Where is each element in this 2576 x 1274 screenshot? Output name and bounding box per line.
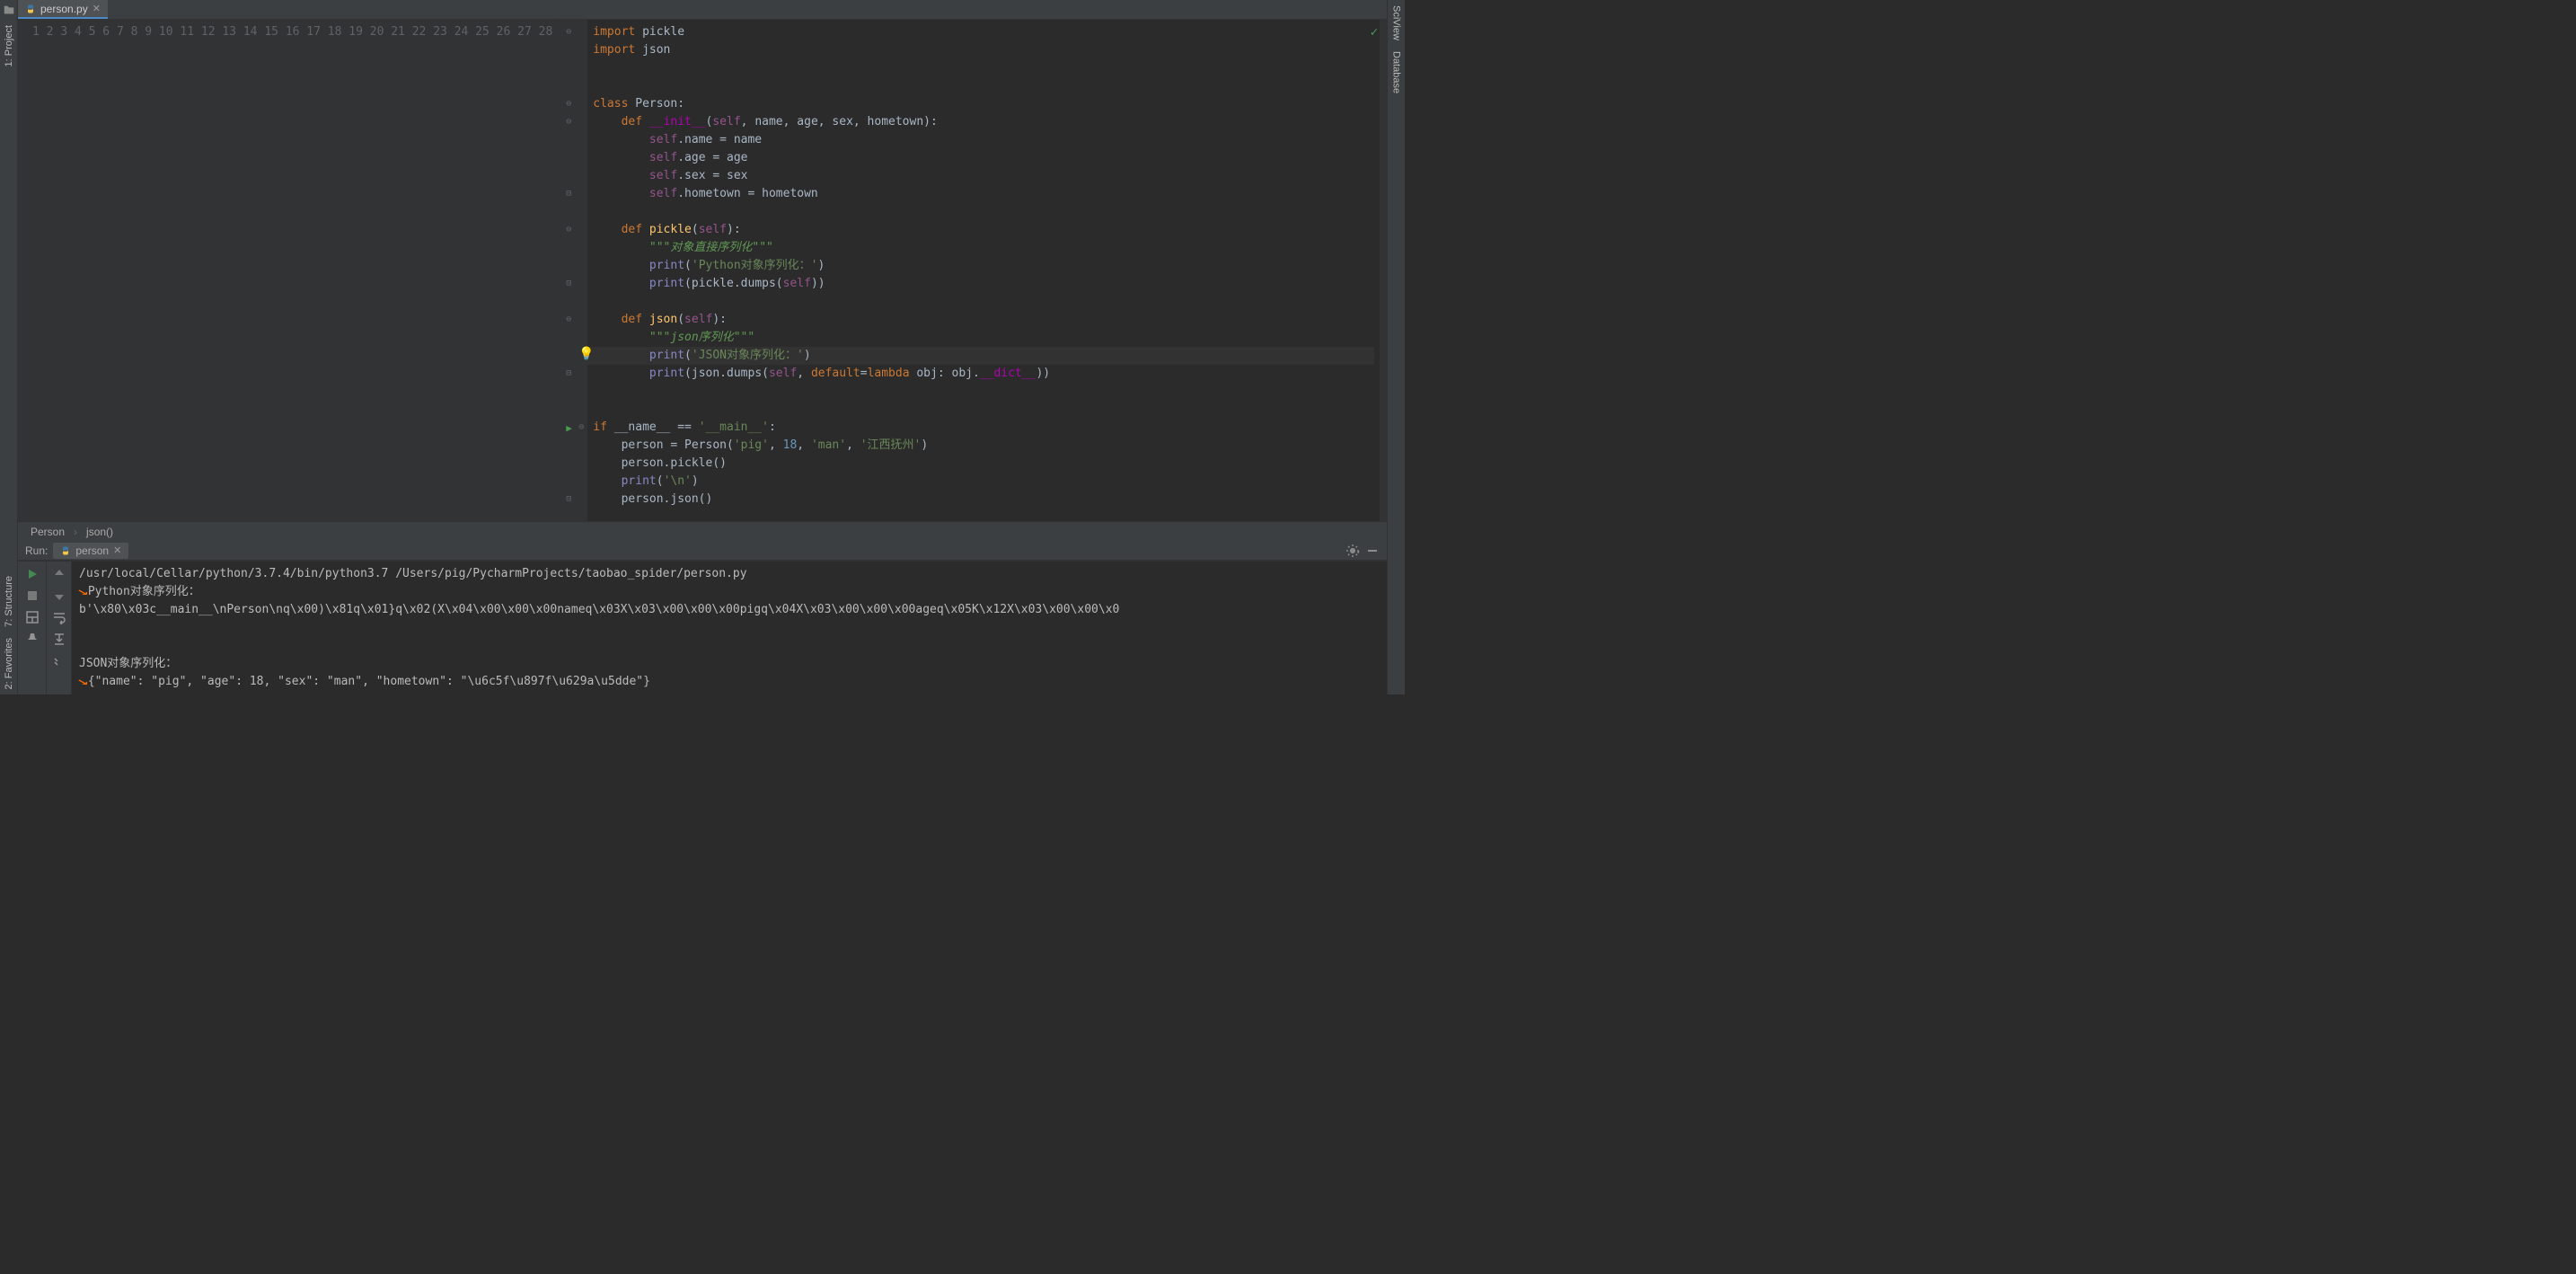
editor-tab-person[interactable]: person.py ✕ (18, 0, 108, 19)
run-tab-label: person (75, 544, 109, 557)
editor-scrollbar[interactable] (1380, 20, 1387, 521)
fold-end-icon[interactable]: ⊟ (566, 185, 571, 203)
run-toolbar-secondary (47, 562, 72, 695)
fold-icon[interactable]: ⊖ (566, 23, 571, 41)
down-arrow-icon[interactable] (52, 588, 66, 603)
gear-icon[interactable] (1345, 544, 1360, 558)
scroll-to-end-icon[interactable] (52, 632, 66, 646)
code-content[interactable]: import pickle import json class Person: … (587, 20, 1380, 521)
favorites-tool-button[interactable]: 2: Favorites (2, 633, 16, 695)
run-output[interactable]: /usr/local/Cellar/python/3.7.4/bin/pytho… (72, 562, 1387, 695)
fold-end-icon[interactable]: ⊟ (566, 275, 571, 293)
database-tool-button[interactable]: Database (1389, 46, 1404, 99)
intention-bulb-icon[interactable]: 💡 (578, 345, 594, 363)
fold-end-icon[interactable]: ⊟ (566, 491, 571, 509)
run-gutter-icon[interactable]: ▶ (566, 420, 572, 438)
breadcrumb-item[interactable]: json() (86, 526, 113, 538)
breadcrumb-item[interactable]: Person (31, 526, 65, 538)
left-tool-gutter: 1: Project 7: Structure 2: Favorites (0, 0, 18, 695)
structure-tool-button[interactable]: 7: Structure (2, 571, 16, 633)
annotation-arrow-icon: ↘ (76, 673, 89, 691)
fold-icon[interactable]: ⊖ (566, 113, 571, 131)
soft-wrap-icon[interactable] (52, 610, 66, 624)
run-toolbar-primary (18, 562, 47, 695)
chevron-right-icon: › (74, 526, 77, 538)
layout-icon[interactable] (25, 610, 40, 624)
stop-icon[interactable] (25, 588, 40, 603)
fold-icon[interactable]: ⊖ (566, 221, 571, 239)
right-tool-gutter: SciView Database (1387, 0, 1405, 695)
run-tab[interactable]: person ✕ (53, 543, 128, 559)
run-label: Run: (25, 544, 48, 557)
breadcrumb: Person › json() (18, 521, 1387, 541)
python-file-icon (25, 4, 36, 14)
sciview-tool-button[interactable]: SciView (1389, 0, 1404, 46)
analysis-ok-icon[interactable]: ✓ (1371, 25, 1378, 40)
more-icon[interactable] (52, 653, 66, 668)
fold-end-icon[interactable]: ⊟ (566, 365, 571, 383)
up-arrow-icon[interactable] (52, 567, 66, 581)
output-line: /usr/local/Cellar/python/3.7.4/bin/pytho… (79, 567, 747, 580)
code-editor[interactable]: 1 2 3 4 5 6 7 8 9 10 11 12 13 14 15 16 1… (18, 20, 1387, 521)
editor-gutter: ⊖ ⊖ ⊖ ⊟ ⊖ ⊟ ⊖ 💡 ⊟ ▶ ⊖ ⊟ (560, 20, 587, 521)
minimize-icon[interactable] (1365, 544, 1380, 558)
line-numbers: 1 2 3 4 5 6 7 8 9 10 11 12 13 14 15 16 1… (18, 20, 560, 521)
output-line: b'\x80\x03c__main__\nPerson\nq\x00)\x81q… (79, 603, 1119, 616)
project-folder-icon (3, 4, 15, 16)
run-panel-header: Run: person ✕ (18, 541, 1387, 561)
close-icon[interactable]: ✕ (93, 3, 101, 14)
fold-icon[interactable]: ⊖ (566, 311, 571, 329)
fold-icon[interactable]: ⊖ (566, 95, 571, 113)
project-tool-button[interactable]: 1: Project (2, 20, 16, 72)
annotation-arrow-icon: ↘ (76, 583, 89, 601)
output-line: {"name": "pig", "age": 18, "sex": "man",… (88, 675, 650, 688)
editor-tabs: person.py ✕ (18, 0, 1387, 20)
fold-icon[interactable]: ⊖ (578, 419, 584, 437)
run-panel: /usr/local/Cellar/python/3.7.4/bin/pytho… (18, 561, 1387, 695)
close-icon[interactable]: ✕ (113, 544, 121, 556)
output-line: JSON对象序列化： (79, 657, 177, 670)
main-area: person.py ✕ 1 2 3 4 5 6 7 8 9 10 11 12 1… (18, 0, 1387, 695)
editor-tab-label: person.py (40, 3, 88, 15)
rerun-icon[interactable] (25, 567, 40, 581)
pin-icon[interactable] (25, 632, 40, 646)
python-file-icon (60, 545, 71, 556)
output-line: Python对象序列化： (88, 585, 200, 598)
